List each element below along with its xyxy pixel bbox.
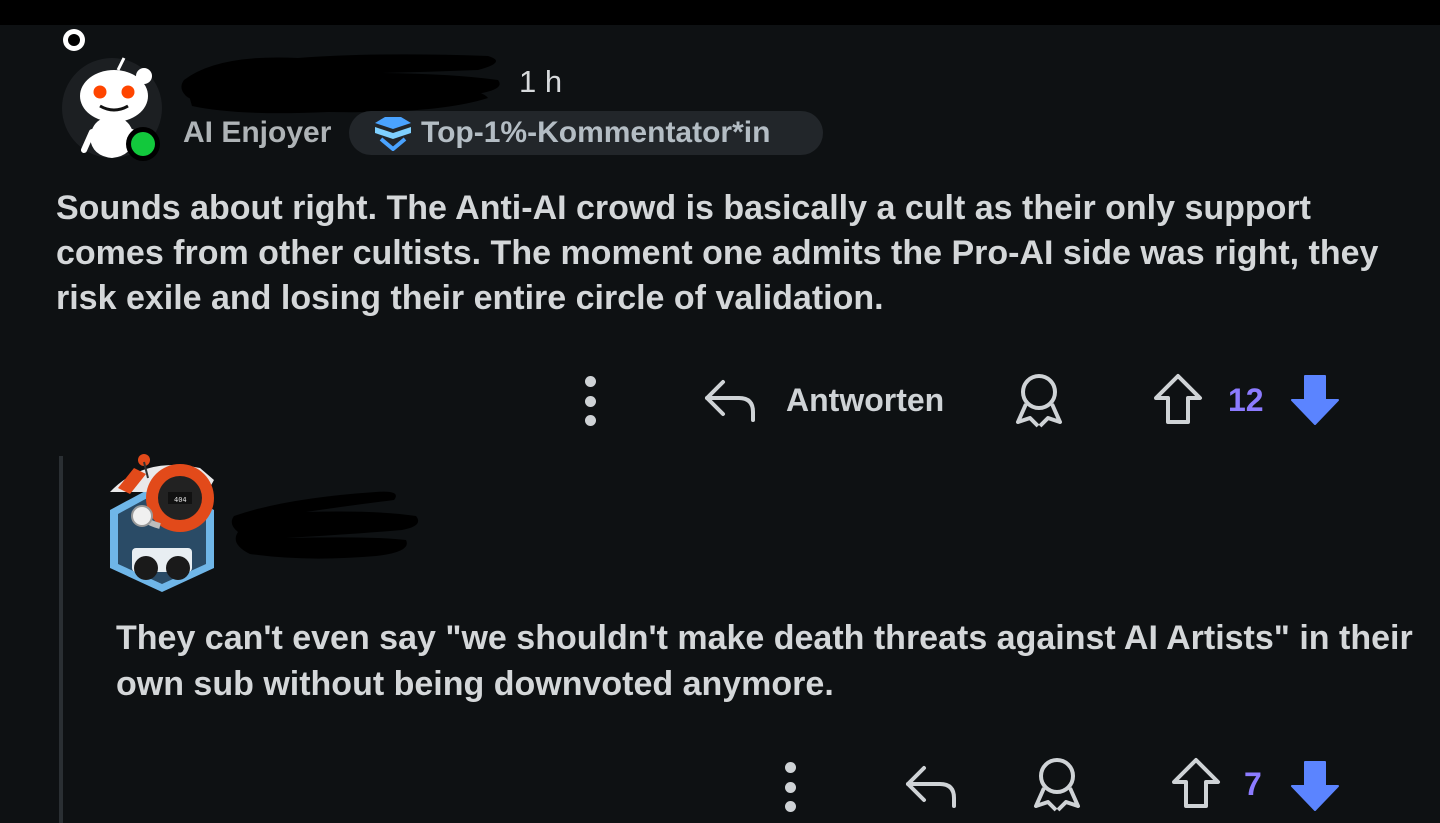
award-icon[interactable] bbox=[1032, 756, 1082, 812]
vote-score: 12 bbox=[1228, 382, 1264, 418]
avatar-antenna-icon bbox=[63, 29, 85, 51]
badge-label: Top-1%-Kommentator*in bbox=[421, 116, 771, 149]
downvote-filled-icon[interactable] bbox=[1288, 758, 1342, 814]
more-options-icon[interactable] bbox=[780, 762, 800, 812]
user-avatar[interactable]: 404 bbox=[104, 452, 220, 592]
top-commenter-icon bbox=[375, 117, 411, 151]
reply-button[interactable]: Antworten bbox=[786, 382, 944, 419]
online-status-dot bbox=[126, 127, 160, 161]
comment-body: They can't even say "we shouldn't make d… bbox=[116, 619, 1413, 703]
upvote-icon[interactable] bbox=[1170, 756, 1222, 810]
vote-score: 7 bbox=[1244, 766, 1262, 802]
more-options-icon[interactable] bbox=[580, 376, 600, 426]
status-bar bbox=[0, 0, 1440, 25]
comment-actions: Antworten 12 bbox=[0, 368, 1440, 432]
reply-arrow-icon[interactable] bbox=[904, 762, 958, 810]
comment-actions: 7 bbox=[0, 752, 1440, 816]
award-icon[interactable] bbox=[1014, 372, 1064, 428]
user-flair: AI Enjoyer bbox=[183, 116, 332, 149]
downvote-filled-icon[interactable] bbox=[1288, 372, 1342, 428]
username-redaction bbox=[231, 491, 419, 559]
reply-arrow-icon[interactable] bbox=[703, 376, 757, 424]
comment-body: Sounds about right. The Anti-AI crowd is… bbox=[56, 189, 1379, 317]
top-commenter-badge[interactable]: Top-1%-Kommentator*in bbox=[349, 111, 823, 155]
comment-timestamp: 1 h bbox=[519, 64, 563, 99]
upvote-icon[interactable] bbox=[1152, 372, 1204, 426]
svg-text:404: 404 bbox=[174, 496, 187, 504]
username-redaction bbox=[181, 54, 500, 114]
